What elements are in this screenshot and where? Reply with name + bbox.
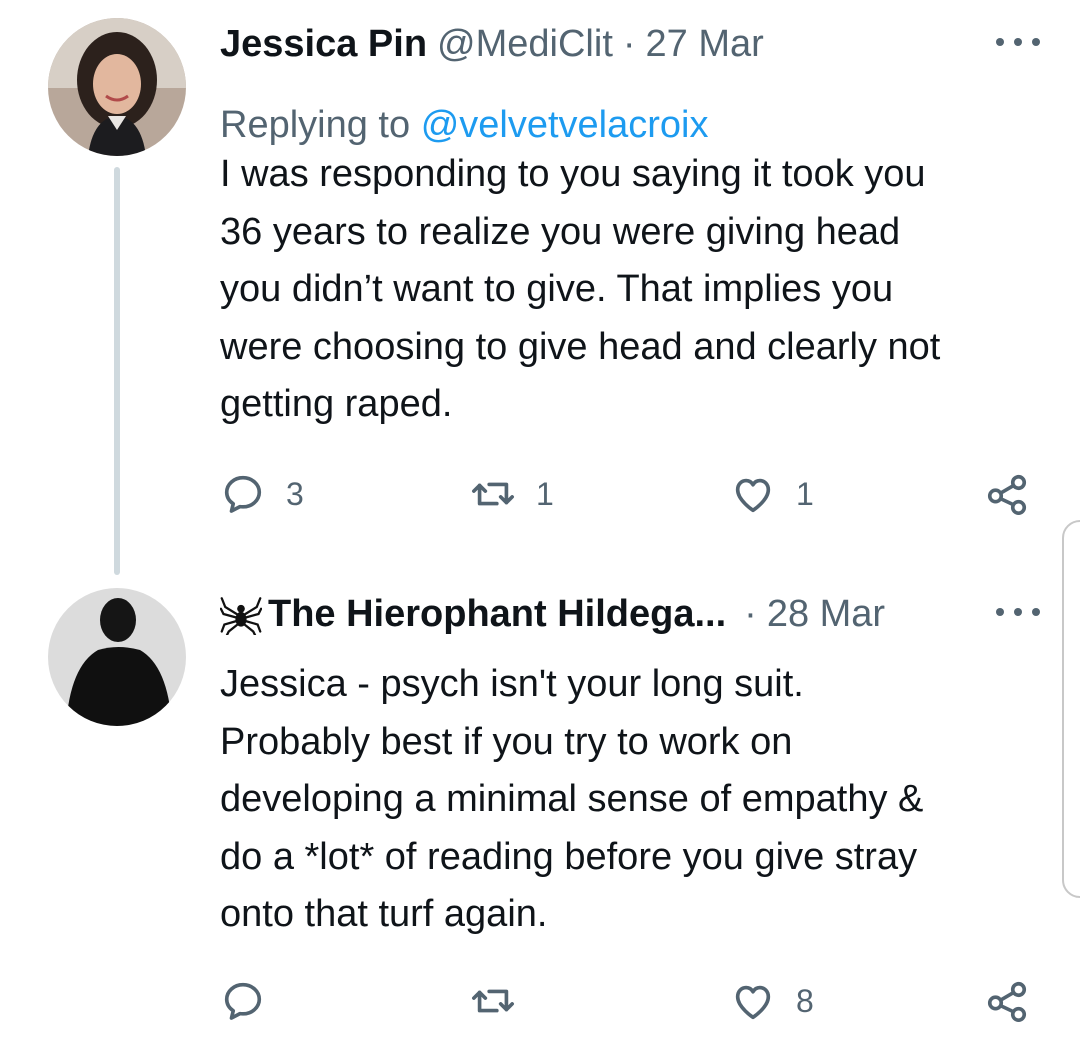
reply-icon <box>224 982 262 1020</box>
like-count: 8 <box>796 982 814 1019</box>
user-handle[interactable]: @MediClit <box>437 23 613 66</box>
tweet-date[interactable]: 28 Mar <box>767 593 885 636</box>
avatar-jessica-pin[interactable] <box>48 18 186 156</box>
avatar-hierophant[interactable] <box>48 588 186 726</box>
replying-to-handle-link[interactable]: @velvetvelacroix <box>421 104 709 146</box>
reply-button[interactable] <box>220 976 286 1026</box>
tweet-text-line: Probably best if you try to work on <box>220 720 793 763</box>
tweet-header: The Hierophant Hildega... · 28 Mar <box>220 584 1040 644</box>
tweet-text-line: developing a minimal sense of empathy & <box>220 778 924 820</box>
scrollbar-edge[interactable] <box>1062 520 1080 898</box>
tweet-jessica-pin[interactable]: Jessica Pin @MediClit · 27 Mar Replying … <box>0 14 1080 524</box>
tweet-header: Jessica Pin @MediClit · 27 Mar <box>220 14 1040 74</box>
tweet-date[interactable]: 27 Mar <box>646 23 764 66</box>
more-icon[interactable] <box>996 22 1040 62</box>
tweet-text-line: were choosing to give head and clearly n… <box>220 325 941 368</box>
separator-dot: · <box>744 592 757 635</box>
reply-button[interactable]: 3 <box>220 469 304 519</box>
tweet-text-line: Jessica - psych isn't your long suit. <box>220 663 804 705</box>
thread-connector-line <box>114 167 120 575</box>
display-name[interactable]: The Hierophant Hildega... <box>268 593 726 636</box>
replying-to-line: Replying to @velvetvelacroix <box>220 104 708 147</box>
tweet-actions: 8 <box>220 976 1040 1026</box>
tweet-text-line: I was responding to you saying it took y… <box>220 153 926 195</box>
more-icon[interactable] <box>996 592 1040 632</box>
like-button[interactable]: 1 <box>730 469 814 519</box>
display-name[interactable]: Jessica Pin <box>220 23 427 66</box>
tweet-text: Jessica - psych isn't your long suit. Pr… <box>220 656 1040 944</box>
share-button[interactable] <box>984 976 1030 1026</box>
tweet-text: I was responding to you saying it took y… <box>220 146 1040 434</box>
share-button[interactable] <box>984 469 1030 519</box>
retweet-button[interactable]: 1 <box>470 469 554 519</box>
avatar-photo <box>48 588 186 726</box>
tweet-text-line: 36 years to realize you were giving head <box>220 210 901 253</box>
like-icon <box>735 478 771 513</box>
tweet-actions: 3 1 1 <box>220 469 1040 519</box>
separator-dot: · <box>622 22 636 65</box>
like-button[interactable]: 8 <box>730 976 814 1026</box>
reply-count: 3 <box>286 475 304 512</box>
avatar-photo <box>48 18 186 156</box>
spider-icon <box>220 597 262 635</box>
retweet-count: 1 <box>536 475 554 512</box>
tweet-text-line: do a *lot* of reading before you give st… <box>220 835 918 878</box>
tweet-text-line: onto that turf again. <box>220 893 548 935</box>
tweet-text-line: you didn’t want to give. That implies yo… <box>220 268 894 310</box>
like-icon <box>735 985 771 1020</box>
retweet-button[interactable] <box>470 976 536 1026</box>
share-icon <box>987 474 1027 515</box>
tweet-text-line: getting raped. <box>220 383 453 425</box>
retweet-icon <box>472 482 514 506</box>
share-icon <box>987 981 1027 1022</box>
replying-to-label: Replying to <box>220 104 411 146</box>
tweet-hierophant[interactable]: The Hierophant Hildega... · 28 Mar Jessi… <box>0 584 1080 1044</box>
retweet-icon <box>472 989 514 1013</box>
reply-icon <box>224 475 262 513</box>
like-count: 1 <box>796 475 814 512</box>
